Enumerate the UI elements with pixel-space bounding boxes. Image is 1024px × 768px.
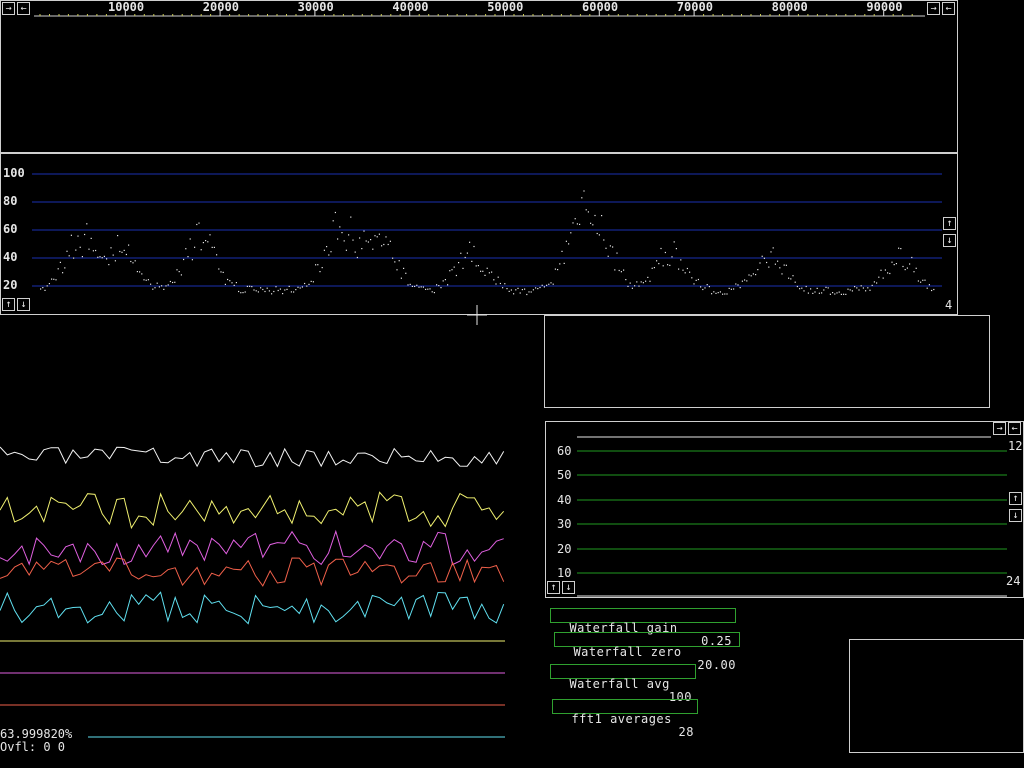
freq-tick-label: 60000 [582, 0, 619, 14]
meter-zero-up-button[interactable]: ↑ [547, 581, 560, 594]
arrow-down-icon: ↓ [20, 299, 27, 310]
spectrum-scale-down-button[interactable]: ↓ [943, 234, 956, 247]
arrow-down-icon: ↓ [946, 235, 953, 246]
meter-y-tick-label: 50 [557, 468, 572, 482]
freq-tick-label: 10000 [108, 0, 145, 14]
waterfall-zero-label: Waterfall zero [573, 645, 682, 659]
meter-zero-down-button[interactable]: ↓ [562, 581, 575, 594]
crosshair-cursor [467, 305, 487, 325]
waterfall-display[interactable] [0, 0, 958, 153]
arrow-down-icon: ↓ [565, 582, 572, 593]
meter-y-tick-label: 60 [557, 444, 572, 458]
arrow-left-icon: ← [1011, 423, 1018, 434]
fft1-averages-field[interactable]: fft1 averages 28 [552, 699, 698, 739]
spectrum-plot [32, 173, 942, 296]
meter-top-count: 12 [1008, 439, 1023, 453]
arrow-up-icon: ↑ [5, 299, 12, 310]
arrow-up-icon: ↑ [946, 218, 953, 229]
meter-scroll-left-button[interactable]: ← [1008, 422, 1021, 435]
freq-tick-label: 80000 [771, 0, 808, 14]
freq-tick-label: 90000 [866, 0, 903, 14]
level-meter-plot [577, 436, 1007, 597]
waterfall-avg-field[interactable]: Waterfall avg 100 [550, 664, 696, 704]
meter-up-button[interactable]: ↑ [1009, 492, 1022, 505]
arrow-down-icon: ↓ [1012, 510, 1019, 521]
meter-bottom-count: 24 [1006, 574, 1021, 588]
freq-tick-label: 30000 [297, 0, 334, 14]
mode-panel[interactable] [849, 639, 1024, 753]
fft1-averages-label: fft1 averages [571, 712, 672, 726]
arrow-up-icon: ↑ [1012, 493, 1019, 504]
waterfall-gain-field[interactable]: Waterfall gain 0.25 [550, 608, 736, 648]
coherent-cw-panel[interactable] [544, 315, 990, 408]
arrow-right-icon: → [996, 423, 1003, 434]
waterfall-zero-value: 20.00 [697, 658, 736, 672]
freq-tick-label: 40000 [392, 0, 429, 14]
meter-scroll-right-button[interactable]: → [993, 422, 1006, 435]
fft1-averages-value: 28 [678, 725, 694, 739]
status-percent: 63.999820% [0, 727, 73, 741]
meter-y-tick-label: 30 [557, 517, 572, 531]
spectrum-zero-down-button[interactable]: ↓ [17, 298, 30, 311]
meter-down-button[interactable]: ↓ [1009, 509, 1022, 522]
spectrum-avg-count: 4 [945, 298, 953, 312]
waterfall-avg-label: Waterfall avg [569, 677, 670, 691]
timing-traces-plot [0, 446, 505, 738]
waterfall-zero-field[interactable]: Waterfall zero 20.00 [554, 632, 740, 672]
meter-y-tick-label: 10 [557, 566, 572, 580]
freq-tick-label: 20000 [202, 0, 239, 14]
meter-y-tick-label: 40 [557, 493, 572, 507]
arrow-up-icon: ↑ [550, 582, 557, 593]
spectrum-scale-up-button[interactable]: ↑ [943, 217, 956, 230]
spectrum-zero-up-button[interactable]: ↑ [2, 298, 15, 311]
meter-y-tick-label: 20 [557, 542, 572, 556]
freq-tick-label: 50000 [487, 0, 524, 14]
freq-tick-label: 70000 [676, 0, 713, 14]
status-overflow: Ovfl: 0 0 [0, 740, 66, 754]
